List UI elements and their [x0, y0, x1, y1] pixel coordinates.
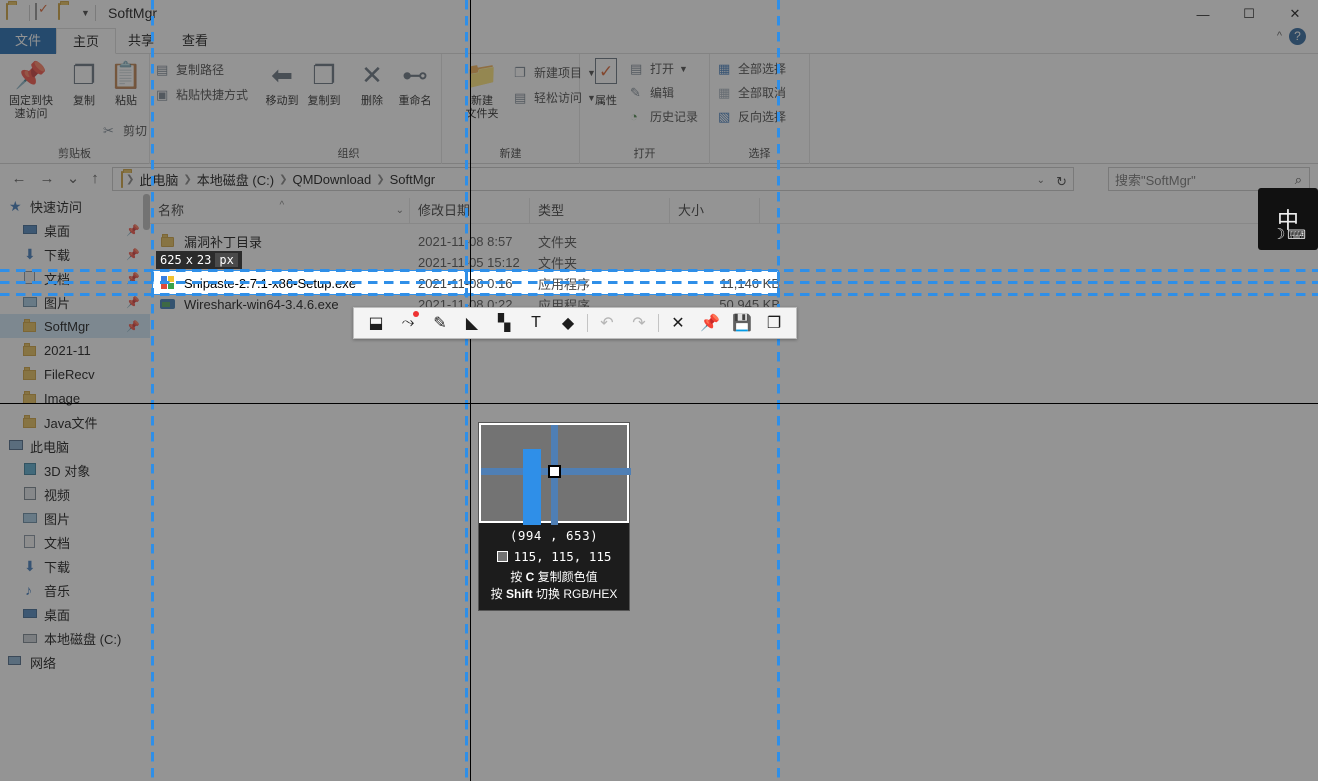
text-icon: T — [531, 314, 541, 332]
save-icon: 💾 — [732, 313, 752, 333]
capture-width: 625 — [160, 253, 182, 267]
pin-button[interactable]: 📌 — [694, 309, 726, 337]
capture-unit: px — [215, 253, 237, 267]
eraser-tool[interactable]: ◆ — [552, 309, 584, 337]
pixel-color-value: 115, 115, 115 — [479, 549, 629, 564]
line-arrow-icon: ⤳ — [402, 314, 415, 332]
magnifier-cursor-icon — [548, 465, 561, 478]
multiply-sign: x — [186, 253, 193, 267]
guide-line-bottom — [0, 293, 1318, 296]
keyboard-icon[interactable]: ⌨ — [1287, 227, 1306, 243]
hint-copy-color: 按 C 复制颜色值 — [479, 569, 629, 586]
redo-button[interactable]: ↷ — [623, 309, 655, 337]
mosaic-tool[interactable]: ▚ — [488, 309, 520, 337]
cursor-coordinates: (994 , 653) — [479, 528, 629, 543]
color-swatch — [497, 551, 508, 562]
guide-line-top — [0, 269, 1318, 272]
crosshair-horizontal — [0, 403, 1318, 404]
redo-icon: ↷ — [632, 313, 645, 333]
pin-icon: 📌 — [700, 313, 720, 333]
eraser-icon: ◆ — [562, 313, 574, 333]
rgb-text: 115, 115, 115 — [514, 549, 612, 564]
active-indicator-dot — [413, 311, 419, 317]
copy-button[interactable]: ❐ — [758, 309, 790, 337]
arrow-tool[interactable]: ⤳ — [392, 309, 424, 337]
crosshair-vertical — [470, 0, 471, 781]
close-icon: ✕ — [671, 313, 684, 333]
moon-icon[interactable]: ☽ — [1272, 225, 1285, 243]
copy-icon: ❐ — [767, 313, 781, 333]
undo-icon: ↶ — [600, 313, 613, 333]
mosaic-icon: ▚ — [498, 313, 510, 333]
undo-button[interactable]: ↶ — [591, 309, 623, 337]
pencil-icon: ✎ — [433, 313, 446, 333]
divider — [658, 314, 659, 332]
guide-line-cursor-vertical — [465, 0, 468, 781]
capture-height: 23 — [197, 253, 211, 267]
save-button[interactable]: 💾 — [726, 309, 758, 337]
ime-indicator-panel[interactable]: 中 ☽ ⌨ — [1258, 188, 1318, 250]
magnifier-panel: (994 , 653) 115, 115, 115 按 C 复制颜色值 按 Sh… — [478, 422, 630, 611]
pencil-tool[interactable]: ✎ — [424, 309, 456, 337]
magnifier-pixel-column-bright — [523, 449, 541, 525]
capture-dim-overlay — [0, 0, 1318, 781]
guide-line-left — [151, 0, 154, 781]
cancel-button[interactable]: ✕ — [662, 309, 694, 337]
magnifier-preview — [479, 423, 629, 523]
magnifier-info: (994 , 653) 115, 115, 115 按 C 复制颜色值 按 Sh… — [479, 523, 629, 610]
guide-line-cursor-horizontal — [0, 281, 1318, 284]
divider — [587, 314, 588, 332]
rectangle-select-icon: ⬓ — [368, 313, 383, 333]
guide-line-right — [777, 0, 780, 781]
marker-tool[interactable]: ◣ — [456, 309, 488, 337]
text-tool[interactable]: T — [520, 309, 552, 337]
marker-icon: ◣ — [466, 313, 478, 333]
shape-tool[interactable]: ⬓ — [360, 309, 392, 337]
hint-toggle-format: 按 Shift 切换 RGB/HEX — [479, 586, 629, 603]
capture-size-badge: 625 x 23 px — [156, 251, 242, 269]
snipaste-toolbar[interactable]: ⬓ ⤳ ✎ ◣ ▚ T ◆ ↶ ↷ ✕ 📌 💾 ❐ — [353, 307, 797, 339]
